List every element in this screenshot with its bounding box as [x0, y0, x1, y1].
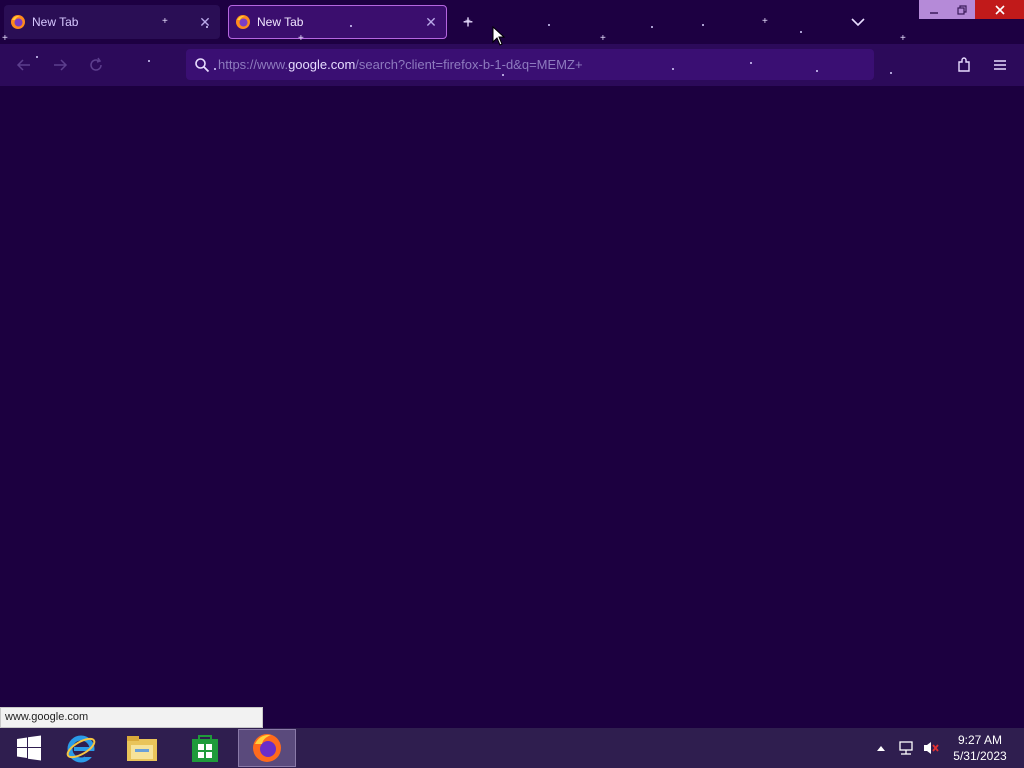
extensions-button[interactable] — [952, 53, 976, 77]
close-window-button[interactable] — [975, 0, 1024, 19]
network-tray-button[interactable] — [895, 728, 917, 768]
taskbar-store[interactable] — [176, 729, 234, 767]
volume-tray-button[interactable] — [920, 728, 942, 768]
caret-up-icon — [877, 746, 885, 751]
internet-explorer-icon — [66, 735, 96, 763]
close-tab-icon[interactable]: ✕ — [196, 14, 214, 31]
reload-button[interactable] — [84, 53, 108, 77]
search-icon — [195, 57, 210, 72]
url-bar[interactable]: https://www.google.com/search?client=fir… — [186, 49, 874, 80]
extensions-icon — [958, 57, 970, 72]
tab-title: New Tab — [32, 15, 79, 29]
file-explorer-icon — [127, 736, 157, 761]
back-button[interactable] — [12, 53, 36, 77]
browser-window: New Tab ✕ New Tab ✕ + https://www.google… — [0, 0, 1024, 728]
close-icon — [994, 4, 1005, 15]
hamburger-menu-icon — [994, 60, 1006, 70]
taskbar-firefox[interactable] — [238, 729, 296, 767]
store-icon — [192, 735, 218, 762]
url-prefix: https://www. — [218, 57, 289, 72]
reload-icon — [90, 57, 102, 71]
mouse-cursor-icon — [492, 26, 506, 46]
clock-date: 5/31/2023 — [953, 749, 1007, 763]
firefox-icon — [11, 15, 25, 29]
back-arrow-icon — [16, 59, 30, 71]
new-tab-button[interactable]: + — [458, 12, 478, 32]
tab-new-tab-1[interactable]: New Tab ✕ — [4, 5, 220, 39]
url-text[interactable]: https://www.google.com/search?client=fir… — [218, 57, 583, 72]
clock-time: 9:27 AM — [957, 733, 1003, 747]
close-tab-icon[interactable]: ✕ — [422, 14, 440, 31]
forward-arrow-icon — [54, 59, 68, 71]
url-path: /search?client=firefox-b-1-d&q=MEMZ+ — [355, 57, 583, 72]
network-icon — [899, 741, 913, 755]
restore-button[interactable] — [947, 0, 977, 19]
windows-logo-icon — [17, 735, 41, 761]
tab-title: New Tab — [257, 15, 304, 29]
app-menu-button[interactable] — [988, 53, 1012, 77]
tab-strip: New Tab ✕ New Tab ✕ + — [0, 0, 1024, 44]
start-button[interactable] — [0, 729, 58, 767]
firefox-icon — [236, 15, 250, 29]
taskbar: 9:27 AM 5/31/2023 — [0, 728, 1024, 768]
minimize-button[interactable] — [919, 0, 949, 19]
taskbar-internet-explorer[interactable] — [52, 729, 110, 767]
firefox-icon — [253, 734, 281, 762]
taskbar-clock[interactable]: 9:27 AM 5/31/2023 — [944, 732, 1016, 764]
restore-icon — [957, 4, 967, 15]
show-hidden-icons-button[interactable] — [873, 728, 889, 768]
taskbar-file-explorer[interactable] — [113, 729, 171, 767]
minimize-icon — [930, 11, 938, 14]
forward-button[interactable] — [48, 53, 72, 77]
navigation-toolbar: https://www.google.com/search?client=fir… — [0, 44, 1024, 86]
tab-new-tab-2[interactable]: New Tab ✕ — [228, 5, 447, 39]
link-status-panel: www.google.com — [0, 707, 263, 728]
volume-muted-icon — [924, 742, 939, 754]
list-all-tabs-icon[interactable] — [848, 12, 868, 32]
url-host: google.com — [288, 57, 356, 72]
